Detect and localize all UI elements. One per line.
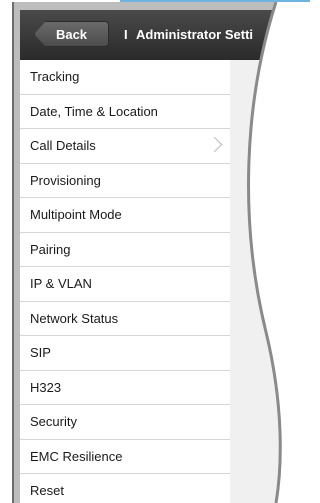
device-edge-curve (247, 2, 312, 503)
screen: Back I Administrator Setti Tracking Date… (0, 0, 312, 503)
device-frame: Back I Administrator Setti Tracking Date… (12, 2, 312, 503)
